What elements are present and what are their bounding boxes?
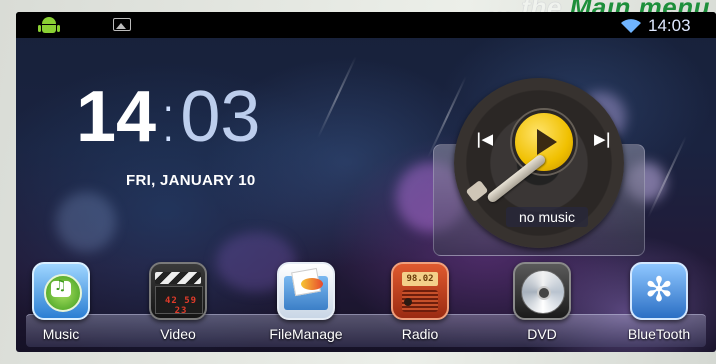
dock-app-video[interactable]: 42 59 23 Video [133, 262, 223, 342]
dock-app-label: BlueTooth [627, 326, 691, 342]
play-button[interactable] [512, 110, 576, 174]
next-track-button[interactable]: ▶| [594, 130, 611, 148]
dock-app-label: Radio [401, 326, 439, 342]
video-app-icon[interactable]: 42 59 23 [149, 262, 207, 320]
previous-track-button[interactable]: |◀ [476, 130, 493, 148]
clock-hours: 14 [76, 77, 157, 157]
dock-app-dvd[interactable]: DVD [497, 262, 587, 342]
music-app-icon[interactable]: ♫ [32, 262, 90, 320]
wifi-icon [621, 19, 641, 33]
dock-app-radio[interactable]: 98.02 Radio [375, 262, 465, 342]
dock-app-music[interactable]: ♫ Music [16, 262, 106, 342]
dock-shelf [26, 314, 706, 347]
dock-app-bluetooth[interactable]: ✻ BlueTooth [614, 262, 704, 342]
radio-icon-display: 98.02 [402, 272, 438, 286]
status-bar: 14:03 [16, 12, 716, 38]
clock-minutes: 03 [180, 77, 261, 157]
bluetooth-app-icon[interactable]: ✻ [630, 262, 688, 320]
file-manager-icon[interactable] [277, 262, 335, 320]
dock-app-label: DVD [527, 326, 557, 342]
video-icon-digits: 42 59 23 [164, 296, 198, 316]
music-status-label: no music [506, 207, 588, 227]
dock-app-label: Video [160, 326, 196, 342]
bluetooth-symbol: ✻ [644, 270, 674, 310]
dock-app-file-manager[interactable]: FileManage [261, 262, 351, 342]
android-icon [38, 17, 60, 33]
status-time: 14:03 [648, 16, 691, 35]
dock-app-label: FileManage [269, 326, 343, 342]
radio-app-icon[interactable]: 98.02 [391, 262, 449, 320]
page-background: … the Main menu 14:03 14:03 FRI, JANUARY [0, 0, 716, 364]
head-unit-screen: 14:03 14:03 FRI, JANUARY 10 |◀ ▶| no mus… [16, 12, 716, 352]
dvd-app-icon[interactable] [513, 262, 571, 320]
clock-widget[interactable]: 14:03 [76, 74, 260, 158]
date-label: FRI, JANUARY 10 [126, 172, 256, 189]
dock-app-label: Music [42, 326, 80, 342]
clock-separator: : [156, 74, 181, 158]
image-icon [113, 18, 131, 31]
